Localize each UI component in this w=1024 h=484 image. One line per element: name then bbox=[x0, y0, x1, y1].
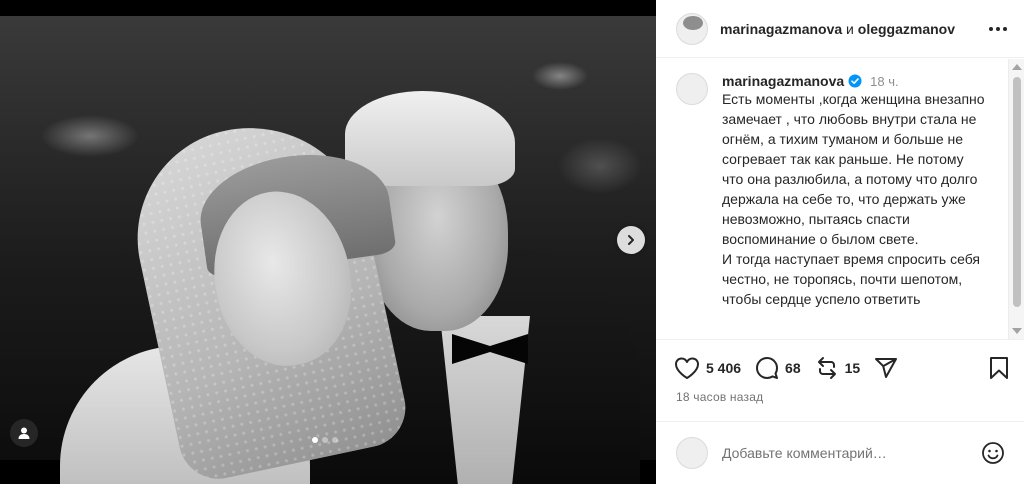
verified-badge-icon bbox=[848, 74, 862, 88]
caption-body: marinagazmanova 18 ч. Есть моменты ,когд… bbox=[722, 73, 988, 309]
bookmark-icon bbox=[990, 357, 1008, 379]
reposts-count[interactable]: 15 bbox=[845, 360, 861, 376]
tagged-users-button[interactable] bbox=[10, 419, 38, 447]
authors-conjunction: и bbox=[842, 20, 858, 37]
comments-scrollbar[interactable] bbox=[1008, 59, 1024, 339]
post-photo[interactable] bbox=[0, 16, 656, 484]
caption-header: marinagazmanova 18 ч. bbox=[722, 73, 988, 89]
repost-icon bbox=[817, 357, 836, 379]
scrollbar-thumb[interactable] bbox=[1013, 77, 1021, 307]
post-media bbox=[0, 0, 656, 484]
scroll-up-arrow-icon[interactable] bbox=[1012, 64, 1022, 70]
repost-button[interactable]: 15 bbox=[815, 356, 861, 380]
avatar[interactable] bbox=[676, 12, 708, 45]
post-actions-area: 5 406 68 15 18 часов назад bbox=[656, 339, 1024, 404]
carousel-next-button[interactable] bbox=[617, 226, 645, 254]
caption-username[interactable]: marinagazmanova bbox=[722, 73, 844, 89]
more-options-button[interactable] bbox=[986, 17, 1010, 41]
add-comment-bar bbox=[656, 421, 1024, 484]
action-bar: 5 406 68 15 bbox=[656, 340, 1024, 396]
more-horizontal-icon bbox=[989, 26, 1007, 31]
comment-bubble-icon bbox=[756, 357, 779, 379]
emoji-button[interactable] bbox=[980, 440, 1006, 466]
comments-count[interactable]: 68 bbox=[785, 360, 801, 376]
comment-input[interactable] bbox=[722, 445, 980, 461]
comments-section[interactable]: marinagazmanova 18 ч. Есть моменты ,когд… bbox=[656, 59, 1008, 339]
carousel-dot bbox=[322, 437, 328, 443]
scroll-down-arrow-icon[interactable] bbox=[1012, 328, 1022, 334]
emoji-icon bbox=[982, 442, 1004, 464]
like-button[interactable]: 5 406 bbox=[674, 356, 741, 380]
post-time-ago[interactable]: 18 часов назад bbox=[656, 390, 1024, 404]
author-username-2[interactable]: oleggazmanov bbox=[858, 21, 955, 37]
carousel-indicator bbox=[312, 437, 338, 443]
carousel-dot-active bbox=[312, 437, 318, 443]
caption-timestamp[interactable]: 18 ч. bbox=[870, 74, 898, 89]
caption-text: Есть моменты ,когда женщина внезапно зам… bbox=[722, 91, 985, 307]
heart-icon bbox=[675, 357, 699, 379]
likes-count[interactable]: 5 406 bbox=[706, 360, 741, 376]
current-user-avatar bbox=[676, 437, 708, 469]
save-button[interactable] bbox=[988, 356, 1010, 380]
comment-button[interactable]: 68 bbox=[755, 356, 801, 380]
paper-plane-icon bbox=[875, 358, 898, 378]
carousel-dot bbox=[332, 437, 338, 443]
post-caption: marinagazmanova 18 ч. Есть моменты ,когд… bbox=[656, 59, 1008, 309]
share-button[interactable] bbox=[874, 356, 898, 380]
author-username-1[interactable]: marinagazmanova bbox=[720, 21, 842, 37]
chevron-right-icon bbox=[628, 235, 634, 245]
post-authors: marinagazmanova и oleggazmanov bbox=[720, 21, 986, 37]
post-header: marinagazmanova и oleggazmanov bbox=[656, 0, 1024, 58]
caption-avatar[interactable] bbox=[676, 73, 708, 105]
user-tag-icon bbox=[18, 427, 30, 439]
post-side-panel: marinagazmanova и oleggazmanov marinagaz… bbox=[656, 0, 1024, 484]
